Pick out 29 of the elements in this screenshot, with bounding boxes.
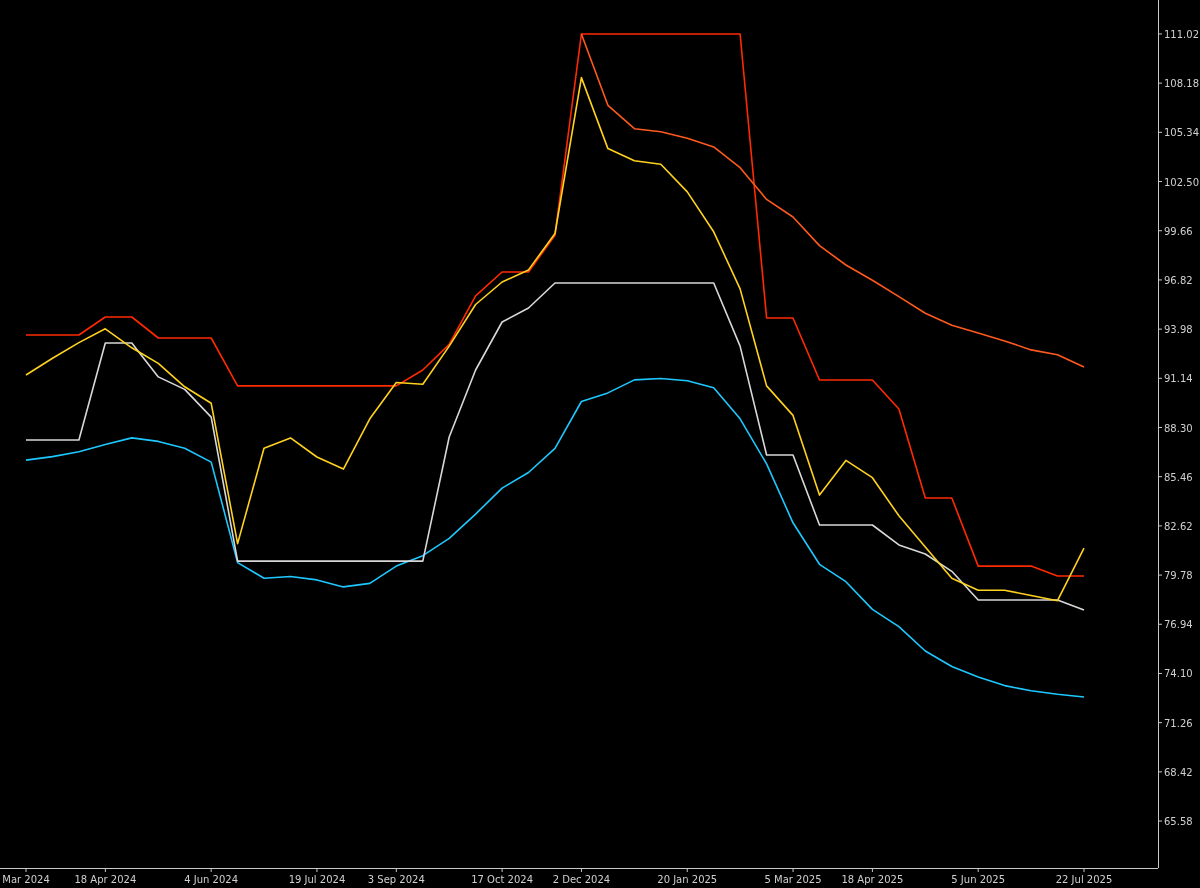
price-axis-label: 99.66 [1164,225,1193,237]
date-axis-label: 18 Apr 2024 [74,874,137,885]
price-axis-label: 74.10 [1164,668,1193,680]
price-axis-label: 88.30 [1164,422,1193,434]
date-axis-label: 5 Mar 2025 [764,874,822,885]
date-axis-label: 18 Apr 2025 [841,874,904,885]
date-axis-label: Mar 2024 [2,874,50,885]
price-axis-label: 82.62 [1164,520,1193,532]
price-axis-label: 93.98 [1164,324,1193,336]
price-axis-label: 85.46 [1164,471,1193,483]
date-axis-label: 4 Jun 2024 [184,874,239,885]
price-axis-label: 102.50 [1164,176,1199,188]
price-axis-label: 76.94 [1164,619,1193,631]
date-axis-label: 5 Jun 2025 [951,874,1006,885]
date-axis-label: 22 Jul 2025 [1055,874,1113,885]
price-axis-label: 105.34 [1164,127,1199,139]
date-axis-label: 2 Dec 2024 [552,874,611,885]
date-axis-label: 19 Jul 2024 [288,874,346,885]
price-axis-label: 108.18 [1164,78,1199,90]
price-axis-label: 71.26 [1164,717,1193,729]
price-axis-label: 79.78 [1164,570,1193,582]
price-axis-label: 91.14 [1164,373,1193,385]
date-axis-label: 20 Jan 2025 [657,874,718,885]
price-axis-label: 96.82 [1164,274,1193,286]
price-axis-label: 65.58 [1164,816,1193,828]
price-axis-label: 111.02 [1164,28,1199,40]
price-axis-label: 68.42 [1164,766,1193,778]
date-axis-label: 17 Oct 2024 [471,874,533,885]
date-axis-label: 3 Sep 2024 [367,874,425,885]
